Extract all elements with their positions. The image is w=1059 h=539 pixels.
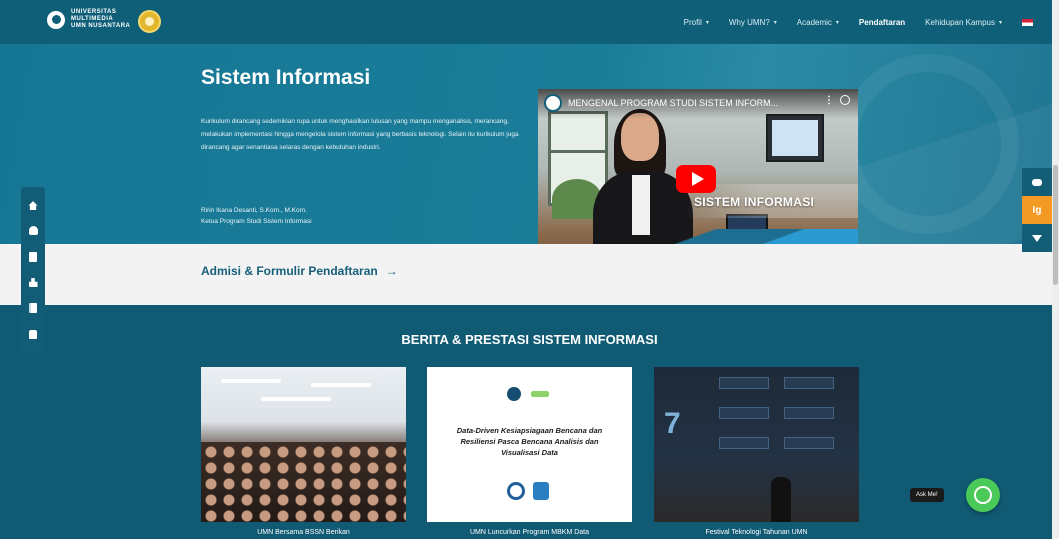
quick-links-sidebar	[21, 187, 45, 353]
youtube-play-icon[interactable]	[676, 165, 716, 193]
nav-item-why-umn[interactable]: Why UMN? ▾	[729, 18, 777, 27]
news-card-image[interactable]	[201, 367, 406, 522]
admission-strip: Admisi & Formulir Pendaftaran →	[0, 244, 1059, 305]
scrollbar-thumb[interactable]	[1053, 165, 1058, 285]
video-title[interactable]: MENGENAL PROGRAM STUDI SISTEM INFORM...	[568, 98, 828, 108]
chat-button[interactable]	[1022, 168, 1052, 196]
chevron-down-icon: ▾	[835, 19, 839, 26]
people-icon[interactable]	[28, 278, 38, 288]
kominfo-logo-icon	[507, 482, 525, 500]
ceiling-light	[311, 383, 371, 387]
more-options-icon[interactable]: ⋮	[824, 95, 834, 106]
program-head: Ririn Ikana Desanti, S.Kom., M.Kom. Ketu…	[201, 205, 312, 227]
screen-panel	[719, 437, 769, 449]
page-title: Sistem Informasi	[201, 66, 371, 89]
logo-line-3: UMN NUSANTARA	[71, 23, 131, 29]
program-head-name: Ririn Ikana Desanti, S.Kom., M.Kom.	[201, 207, 307, 214]
language-switcher[interactable]	[1022, 18, 1033, 26]
nav-label: Academic	[796, 17, 832, 27]
news-card-image[interactable]: Data-Driven Kesiapsiagaan Bencana dan Re…	[427, 367, 632, 522]
youtube-video-embed[interactable]: SISTEM INFORMASI MENGENAL PROGRAM STUDI …	[538, 89, 858, 269]
nav-item-profil[interactable]: Profil ▾	[684, 18, 709, 27]
scroll-down-button[interactable]	[1022, 224, 1052, 252]
video-overlay-text: SISTEM INFORMASI	[694, 195, 815, 209]
floating-actions: Ig	[1022, 168, 1052, 252]
hero-section: Sistem Informasi Kurikulum dirancang sed…	[0, 44, 1059, 244]
chevron-down-icon: ▾	[998, 19, 1002, 26]
anniversary-seal-icon	[138, 10, 161, 33]
logo-text: UNIVERSITAS MULTIMEDIA UMN NUSANTARA	[71, 9, 133, 30]
university-logo[interactable]: UNIVERSITAS MULTIMEDIA UMN NUSANTARA	[47, 9, 133, 30]
nav-label: Pendaftaran	[858, 17, 906, 27]
page-scrollbar[interactable]	[1052, 0, 1059, 539]
lock-icon[interactable]	[29, 329, 37, 339]
program-description: Kurikulum dirancang sedemikian rupa untu…	[201, 118, 519, 151]
channel-avatar-icon[interactable]	[544, 94, 562, 112]
home-icon[interactable]	[28, 201, 38, 211]
audience-crowd	[201, 442, 406, 522]
screen-panel	[784, 437, 834, 449]
chevron-down-icon: ▾	[705, 19, 709, 26]
nav-item-kehidupan-kampus[interactable]: Kehidupan Kampus ▾	[925, 18, 1002, 27]
admission-link-label: Admisi & Formulir Pendaftaran	[201, 264, 378, 278]
whatsapp-label[interactable]: Ask Me!	[910, 488, 944, 502]
nav-label: Kehidupan Kampus	[925, 17, 995, 27]
screen-panel	[784, 407, 834, 419]
presenter-face	[621, 113, 659, 161]
id-card-icon[interactable]	[29, 251, 37, 262]
screen-panel	[719, 407, 769, 419]
nav-item-academic[interactable]: Academic ▾	[797, 18, 839, 27]
watch-later-icon[interactable]	[840, 95, 850, 105]
stage-screen-number: 7	[664, 407, 681, 440]
news-card-caption[interactable]: Festival Teknologi Tahunan UMN	[654, 529, 859, 536]
chevron-down-icon: ▾	[773, 19, 777, 26]
news-card-image-text: Data-Driven Kesiapsiagaan Bencana dan Re…	[456, 426, 603, 457]
logo-line-2: MULTIMEDIA	[71, 16, 114, 22]
umn-logo-icon	[507, 387, 521, 401]
whatsapp-icon[interactable]	[966, 478, 1000, 512]
indonesia-flag-icon	[1022, 18, 1033, 26]
accessibility-button[interactable]: Ig	[1022, 196, 1052, 224]
book-icon[interactable]	[29, 303, 37, 314]
page: UNIVERSITAS MULTIMEDIA UMN NUSANTARA Pro…	[0, 0, 1059, 539]
program-head-role: Ketua Program Studi Sistem Informasi	[201, 218, 312, 225]
video-scene-monitor	[766, 114, 824, 162]
arrow-right-icon: →	[385, 264, 398, 278]
down-arrow-icon	[1032, 234, 1042, 242]
partner-logo-icon	[531, 391, 549, 397]
speaker-silhouette	[771, 477, 791, 522]
nav-label: Profil	[683, 17, 702, 27]
partner-badge-icon	[533, 482, 549, 500]
news-card-image[interactable]: 7	[654, 367, 859, 522]
sign-icon: Ig	[1032, 204, 1042, 216]
chat-icon	[1032, 178, 1042, 186]
news-card-caption[interactable]: UMN Bersama BSSN Berikan	[201, 529, 406, 536]
nav-item-pendaftaran[interactable]: Pendaftaran	[859, 18, 905, 27]
news-card-caption[interactable]: UMN Luncurkan Program MBKM Data	[427, 529, 632, 536]
presenter-shirt	[632, 175, 650, 235]
main-menu: Profil ▾ Why UMN? ▾ Academic ▾ Pendaftar…	[684, 0, 1033, 44]
logo-line-1: UNIVERSITAS	[71, 9, 117, 15]
ceiling-light	[221, 379, 281, 383]
news-heading: BERITA & PRESTASI SISTEM INFORMASI	[401, 332, 658, 347]
news-section: BERITA & PRESTASI SISTEM INFORMASI UMN B…	[0, 305, 1059, 539]
ceiling-light	[261, 397, 331, 401]
screen-panel	[784, 377, 834, 389]
top-navbar: UNIVERSITAS MULTIMEDIA UMN NUSANTARA Pro…	[0, 0, 1059, 44]
users-icon[interactable]	[28, 226, 38, 236]
logo-emblem-icon	[47, 10, 65, 29]
screen-panel	[719, 377, 769, 389]
nav-label: Why UMN?	[728, 17, 770, 27]
admission-form-link[interactable]: Admisi & Formulir Pendaftaran →	[201, 264, 398, 278]
